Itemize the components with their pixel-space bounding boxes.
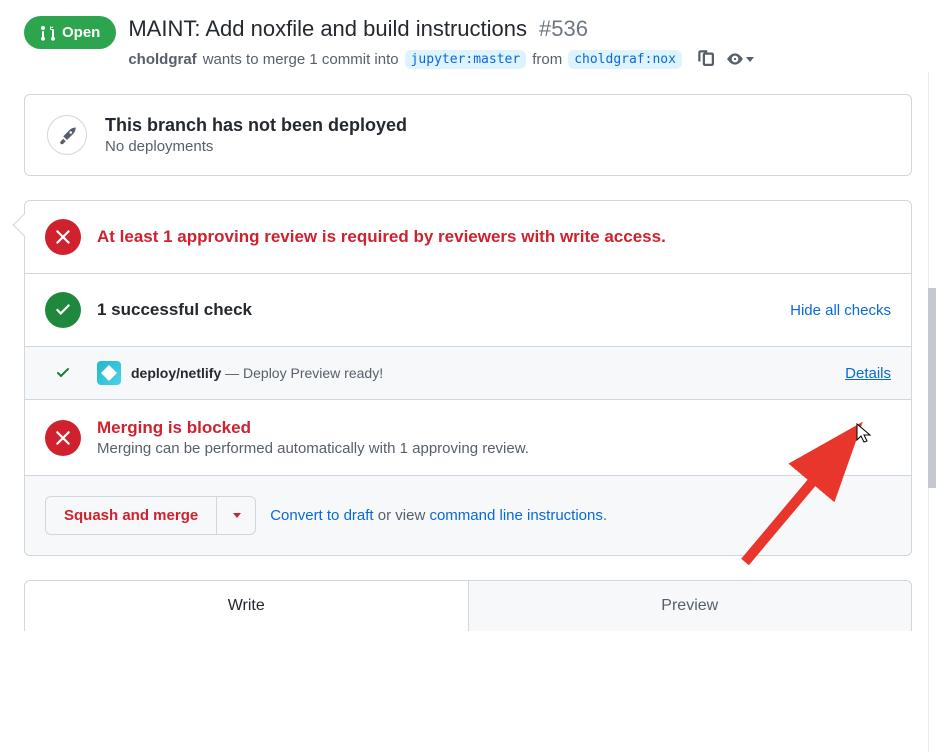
merge-method-dropdown[interactable] <box>217 496 256 535</box>
blocked-subtitle: Merging can be performed automatically w… <box>97 440 891 457</box>
comment-tabs: Write Preview <box>24 580 912 631</box>
copy-icon[interactable] <box>696 48 714 70</box>
deployments-card: This branch has not been deployed No dep… <box>24 94 912 176</box>
check-success-icon <box>45 365 81 381</box>
checks-summary-row: 1 successful check Hide all checks <box>25 274 911 347</box>
scrollbar-thumb[interactable] <box>928 288 936 488</box>
check-icon <box>45 292 81 328</box>
pr-meta: choldgraf wants to merge 1 commit into j… <box>128 48 912 70</box>
merge-footer: Squash and merge Convert to draft or vie… <box>25 475 911 555</box>
check-details-link[interactable]: Details <box>845 365 891 382</box>
check-item-row: deploy/netlify — Deploy Preview ready! D… <box>25 347 911 400</box>
review-required-row: At least 1 approving review is required … <box>25 201 911 274</box>
pr-title: MAINT: Add noxfile and build instruction… <box>128 16 527 42</box>
convert-to-draft-link[interactable]: Convert to draft <box>270 507 373 524</box>
hide-checks-link[interactable]: Hide all checks <box>790 302 891 319</box>
pr-state-text: Open <box>62 24 100 41</box>
tab-preview[interactable]: Preview <box>468 581 912 631</box>
tab-write[interactable]: Write <box>25 581 468 631</box>
netlify-avatar-icon <box>97 361 121 385</box>
head-branch-label[interactable]: choldgraf:nox <box>568 50 682 69</box>
cli-instructions-link[interactable]: command line instructions <box>429 507 602 524</box>
checks-title: 1 successful check <box>97 300 790 320</box>
base-branch-label[interactable]: jupyter:master <box>405 50 527 69</box>
x-icon <box>45 420 81 456</box>
review-required-text: At least 1 approving review is required … <box>97 227 891 247</box>
pr-header: Open MAINT: Add noxfile and build instru… <box>24 16 912 70</box>
check-name: deploy/netlify <box>131 365 221 381</box>
blocked-title: Merging is blocked <box>97 418 891 438</box>
watch-icon[interactable] <box>726 50 754 68</box>
deploy-subtitle: No deployments <box>105 138 407 155</box>
git-pull-request-icon <box>40 25 56 41</box>
squash-merge-button[interactable]: Squash and merge <box>45 496 217 535</box>
deploy-title: This branch has not been deployed <box>105 115 407 136</box>
pr-number: #536 <box>539 16 588 42</box>
merge-status-card: At least 1 approving review is required … <box>24 200 912 556</box>
pr-state-badge: Open <box>24 16 116 49</box>
x-icon <box>45 219 81 255</box>
pr-author[interactable]: choldgraf <box>128 51 196 68</box>
check-description: Deploy Preview ready! <box>243 365 383 381</box>
merging-blocked-row: Merging is blocked Merging can be perfor… <box>25 400 911 475</box>
rocket-icon <box>47 115 87 155</box>
